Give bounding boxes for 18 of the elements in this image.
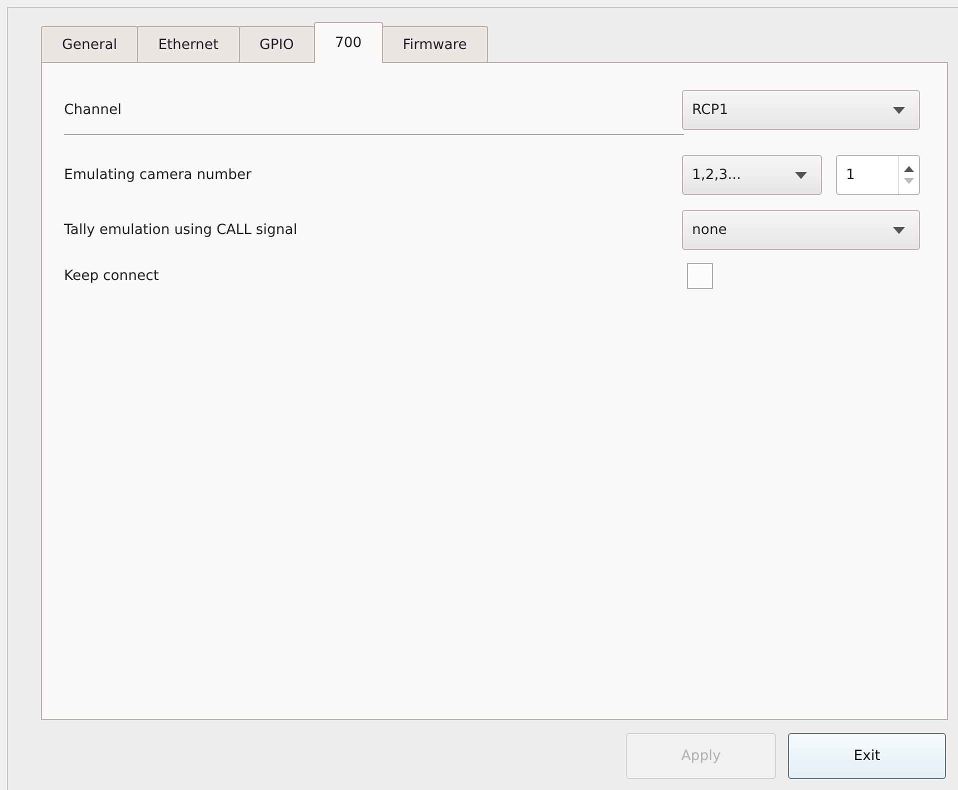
setting-label: Emulating camera number [64,167,252,183]
setting-label: Channel [64,102,122,118]
dropdown[interactable]: 1,2,3... [682,155,822,195]
dropdown-arrow-icon [893,226,905,234]
checkbox[interactable] [687,263,713,289]
dropdown[interactable]: RCP1 [682,90,920,130]
tab[interactable]: General [41,26,138,63]
dropdown[interactable]: none [682,210,920,250]
setting-label: Tally emulation using CALL signal [64,222,298,238]
setting-label: Keep connect [64,268,159,284]
dropdown-arrow-icon [795,172,807,178]
dialog-button[interactable]: Exit [788,733,946,779]
tab[interactable]: GPIO [238,26,315,63]
spin-box[interactable]: 1 [836,155,920,195]
tab[interactable]: Firmware [382,26,488,63]
tab[interactable]: 700 [314,22,383,63]
dropdown-arrow-icon [893,106,905,114]
tab[interactable]: Ethernet [137,26,240,63]
